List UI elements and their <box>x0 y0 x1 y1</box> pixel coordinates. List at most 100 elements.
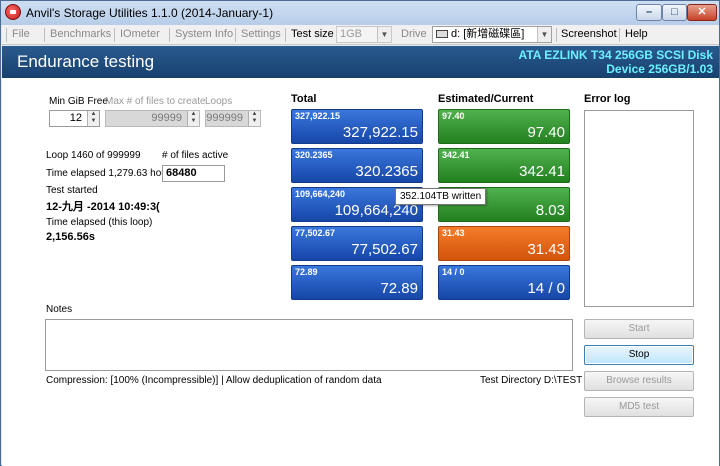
total-tile: 327,922.15 327,922.15 <box>291 109 423 144</box>
estimated-tile: 31.43 31.43 <box>438 226 570 261</box>
toolbar-separator <box>44 28 45 42</box>
drive-device: Device 256GB/1.03 <box>606 62 713 76</box>
tile-small-value: 31.43 <box>442 228 465 238</box>
tile-small-value: 14 / 0 <box>442 267 465 277</box>
tile-big-value: 31.43 <box>527 241 565 258</box>
estimated-tile: 97.40 97.40 <box>438 109 570 144</box>
tile-big-value: 8.03 <box>535 202 565 219</box>
tile-small-value: 109,664,240 <box>295 189 346 199</box>
drive-label: Drive <box>401 28 427 40</box>
toolbar-separator <box>556 28 557 42</box>
min-gib-free-label: Min GiB Free <box>49 96 108 107</box>
test-size-value: 1GB <box>340 28 363 40</box>
time-elapsed: Time elapsed 1,279.63 hours <box>46 168 176 179</box>
total-tile: 72.89 72.89 <box>291 265 423 300</box>
max-files-stepper[interactable]: 99999 ▲ ▼ <box>105 110 200 127</box>
menu-file[interactable]: File <box>12 28 30 40</box>
page-title: Endurance testing <box>17 52 155 71</box>
menu-iometer[interactable]: IOmeter <box>120 28 160 40</box>
tile-small-value: 72.89 <box>295 267 318 277</box>
tile-small-value: 327,922.15 <box>295 111 341 121</box>
menu-system-info[interactable]: System Info <box>175 28 233 40</box>
toolbar-separator <box>6 28 7 42</box>
drive-icon <box>436 30 448 38</box>
chevron-down-icon: ▼ <box>90 118 97 124</box>
tile-small-value: 97.40 <box>442 111 465 121</box>
tile-big-value: 342.41 <box>519 163 565 180</box>
window-title: Anvil's Storage Utilities 1.1.0 (2014-Ja… <box>26 6 274 20</box>
menu-toolbar: File Benchmarks IOmeter System Info Sett… <box>2 25 719 45</box>
chevron-up-icon: ▲ <box>90 111 97 117</box>
menu-help[interactable]: Help <box>625 28 648 40</box>
error-log-box[interactable] <box>584 110 694 307</box>
drive-info: ATA EZLINK T34 256GB SCSI Disk Device 25… <box>519 48 714 76</box>
stepper-arrows[interactable]: ▲ ▼ <box>87 111 99 126</box>
time-loop-label: Time elapsed (this loop) <box>46 217 153 228</box>
tile-small-value: 342.41 <box>442 150 470 160</box>
test-started-value: 12-九月 -2014 10:49:3( <box>46 201 160 213</box>
min-gib-free-value: 12 <box>69 112 82 124</box>
test-size-label: Test size <box>291 28 334 40</box>
browse-results-button[interactable]: Browse results <box>584 371 694 391</box>
test-size-select[interactable]: 1GB ▼ <box>336 26 392 43</box>
close-button[interactable]: ✕ <box>687 4 717 21</box>
estimated-tile: 342.41 342.41 <box>438 148 570 183</box>
total-tile: 320.2365 320.2365 <box>291 148 423 183</box>
menu-benchmarks[interactable]: Benchmarks <box>50 28 111 40</box>
title-bar[interactable]: Anvil's Storage Utilities 1.1.0 (2014-Ja… <box>1 1 719 25</box>
toolbar-separator <box>114 28 115 42</box>
md5-test-button[interactable]: MD5 test <box>584 397 694 417</box>
chevron-up-icon: ▲ <box>251 111 258 117</box>
app-logo-icon <box>5 4 21 20</box>
estimated-column-header: Estimated/Current <box>438 93 534 105</box>
notes-textarea[interactable] <box>45 319 573 371</box>
start-button[interactable]: Start <box>584 319 694 339</box>
tile-small-value: 77,502.67 <box>295 228 336 238</box>
loops-label: Loops <box>205 96 233 107</box>
header-band: Endurance testing ATA EZLINK T34 256GB S… <box>2 46 719 78</box>
notes-label: Notes <box>46 304 73 315</box>
toolbar-separator <box>169 28 170 42</box>
drive-value: d: [新增磁碟區] <box>451 28 525 40</box>
menu-screenshot[interactable]: Screenshot <box>561 28 617 40</box>
chevron-up-icon: ▲ <box>190 111 197 117</box>
maximize-button[interactable]: □ <box>662 4 687 21</box>
estimated-tile: 14 / 0 14 / 0 <box>438 265 570 300</box>
tile-small-value: 320.2365 <box>295 150 333 160</box>
min-gib-free-stepper[interactable]: 12 ▲ ▼ <box>49 110 100 127</box>
max-files-value: 99999 <box>151 112 182 124</box>
toolbar-separator <box>619 28 620 42</box>
tile-big-value: 77,502.67 <box>351 241 418 258</box>
total-column-header: Total <box>291 93 317 105</box>
loops-value: 999999 <box>206 112 243 124</box>
test-started-label: Test started <box>46 185 98 196</box>
tile-big-value: 72.89 <box>380 280 418 297</box>
loops-stepper[interactable]: 999999 ▲ ▼ <box>205 110 261 127</box>
chevron-down-icon: ▼ <box>537 27 551 42</box>
written-tooltip: 352.104TB written <box>395 188 487 205</box>
drive-select[interactable]: d: [新增磁碟區] ▼ <box>432 26 552 43</box>
chevron-down-icon: ▼ <box>190 118 197 124</box>
total-tile: 77,502.67 77,502.67 <box>291 226 423 261</box>
chevron-down-icon: ▼ <box>377 27 391 42</box>
drive-model: ATA EZLINK T34 256GB SCSI Disk <box>518 48 714 62</box>
stepper-arrows[interactable]: ▲ ▼ <box>248 111 260 126</box>
toolbar-separator <box>235 28 236 42</box>
minimize-button[interactable]: – <box>636 4 662 21</box>
max-files-label: Max # of files to create <box>105 96 206 107</box>
menu-settings[interactable]: Settings <box>241 28 281 40</box>
time-loop-value: 2,156.56s <box>46 231 95 243</box>
test-directory: Test Directory D:\TEST <box>480 375 583 386</box>
app-window: Anvil's Storage Utilities 1.1.0 (2014-Ja… <box>0 0 720 466</box>
error-log-header: Error log <box>584 93 631 105</box>
tile-big-value: 97.40 <box>527 124 565 141</box>
tile-big-value: 320.2365 <box>355 163 418 180</box>
chevron-down-icon: ▼ <box>251 118 258 124</box>
tile-big-value: 14 / 0 <box>527 280 565 297</box>
tile-big-value: 327,922.15 <box>342 124 418 141</box>
files-active-field[interactable]: 68480 <box>162 165 225 182</box>
stop-button[interactable]: Stop <box>584 345 694 365</box>
stepper-arrows[interactable]: ▲ ▼ <box>187 111 199 126</box>
compression-info: Compression: [100% (Incompressible)] | A… <box>46 375 382 386</box>
files-active-label: # of files active <box>162 150 229 161</box>
